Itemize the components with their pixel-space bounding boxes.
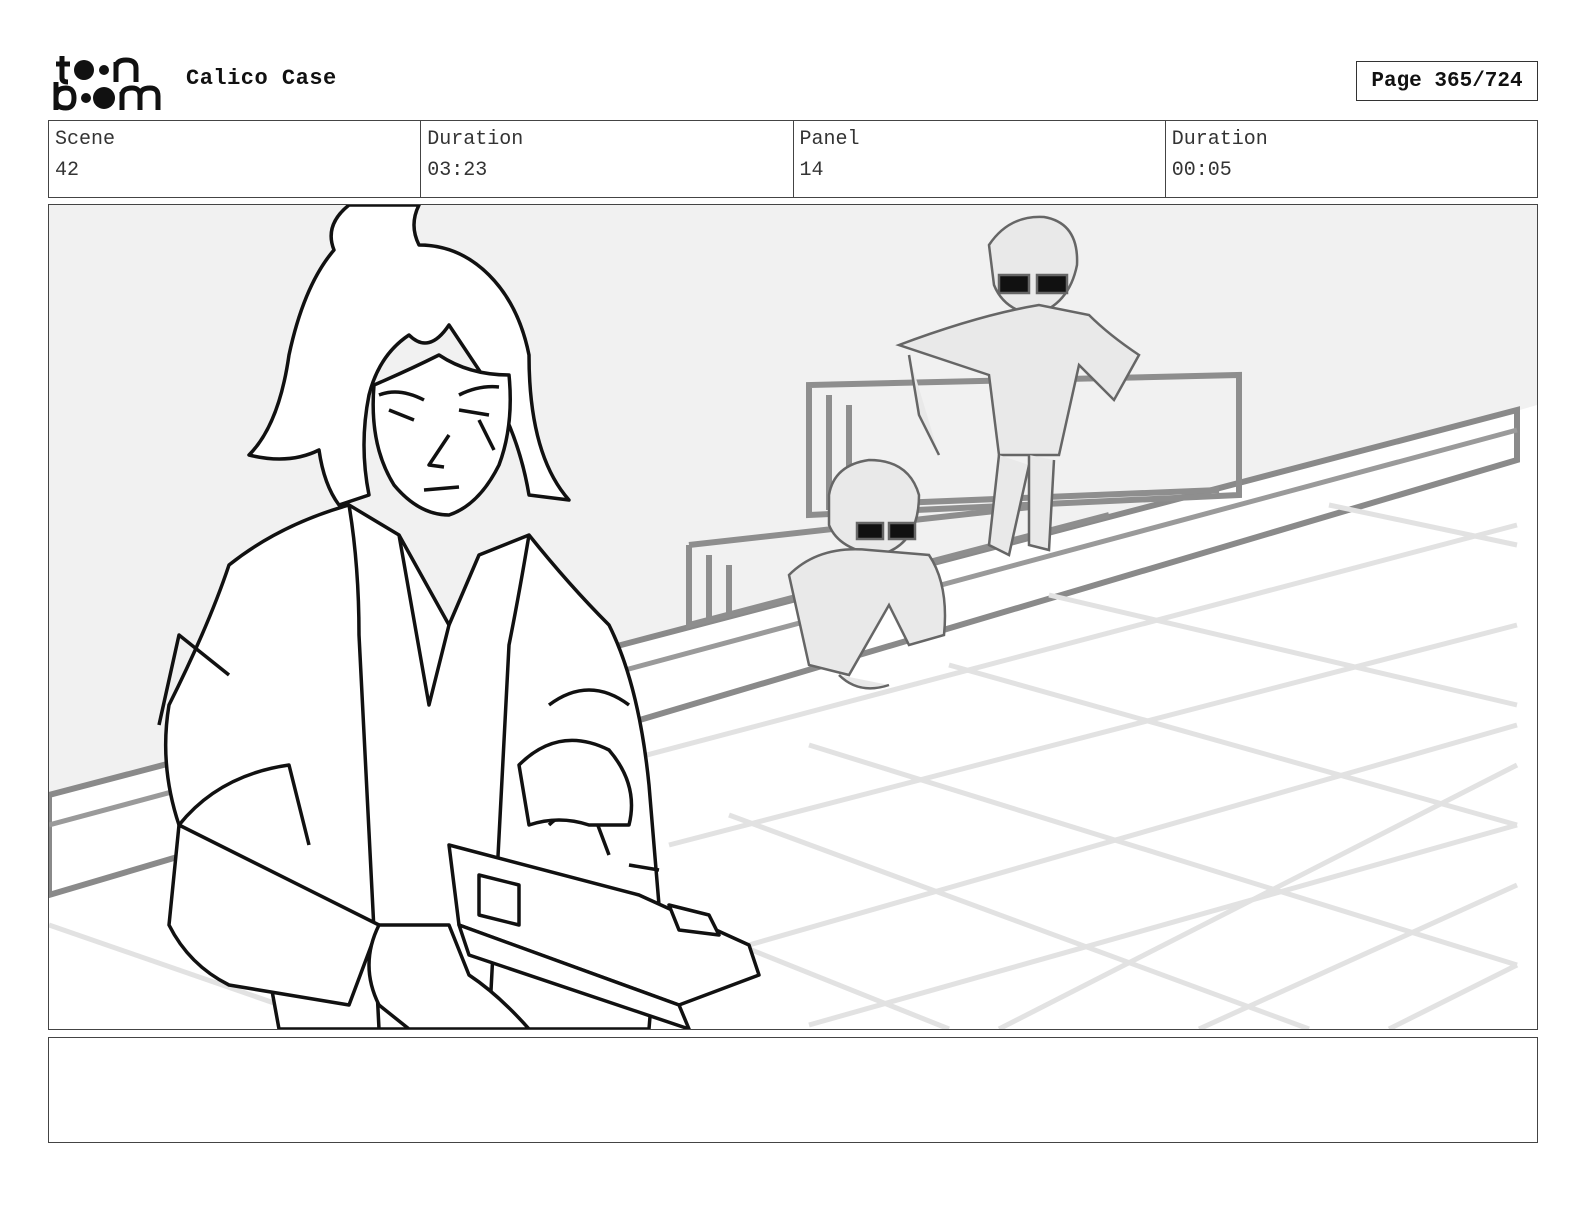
panel-duration-label: Duration [1171, 128, 1268, 151]
panel-label: Panel [799, 128, 860, 151]
scene-duration-cell: Duration 03:23 [421, 121, 794, 197]
panel-duration-value: 00:05 [1171, 159, 1232, 182]
scene-value: 42 [55, 159, 80, 182]
panel-cell: Panel 14 [794, 121, 1166, 197]
page-counter: Page 365/724 [1356, 61, 1538, 101]
scene-duration-label: Duration [427, 128, 524, 151]
panel-value: 14 [799, 159, 824, 182]
project-title: Calico Case [186, 66, 337, 91]
toonboom-logo [52, 52, 164, 112]
storyboard-panel [48, 204, 1538, 1030]
scene-duration-value: 03:23 [427, 159, 488, 182]
panel-duration-cell: Duration 00:05 [1166, 121, 1537, 197]
panel-notes-box [48, 1037, 1538, 1143]
panel-sketch [49, 205, 1537, 1029]
scene-cell: Scene 42 [49, 121, 422, 197]
scene-label: Scene [55, 128, 116, 151]
toonboom-logo-graphic [53, 56, 161, 111]
scene-info-table: Scene 42 Duration 03:23 Panel 14 Duratio… [48, 120, 1538, 198]
